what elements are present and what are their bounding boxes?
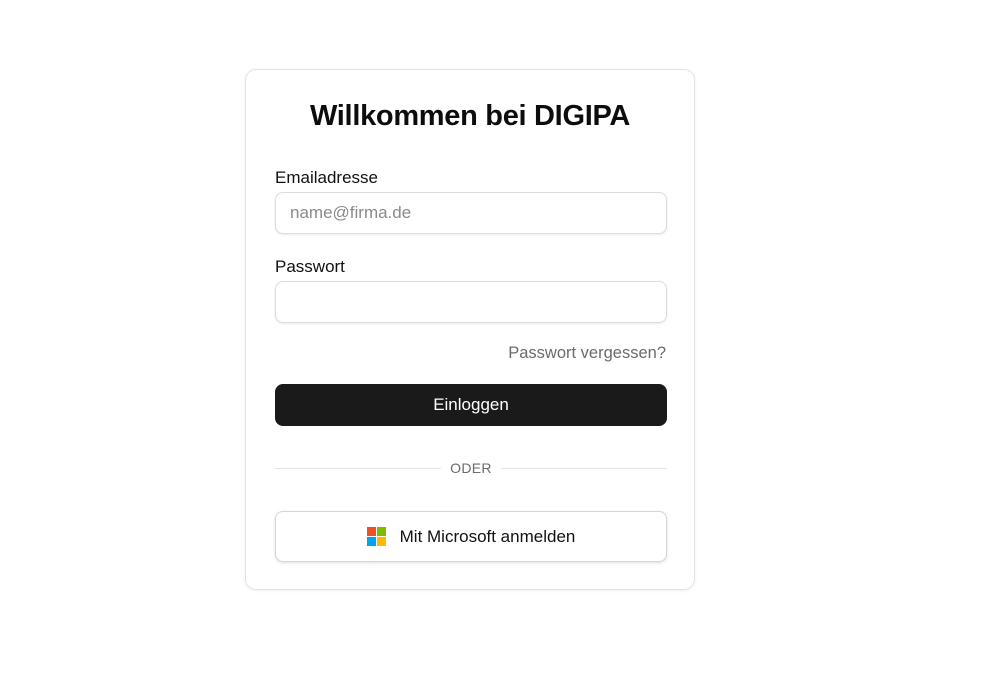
email-label: Emailadresse: [275, 168, 378, 187]
email-field[interactable]: [275, 192, 667, 234]
microsoft-logo-green: [376, 527, 386, 536]
password-field[interactable]: [275, 281, 667, 323]
or-divider: ODER: [275, 458, 667, 478]
divider-line-right: [501, 468, 667, 469]
login-button[interactable]: Einloggen: [275, 384, 667, 426]
password-label: Passwort: [275, 257, 345, 276]
microsoft-logo-icon: [366, 527, 386, 546]
microsoft-button-label: Mit Microsoft anmelden: [399, 526, 576, 546]
microsoft-logo-red: [366, 527, 376, 536]
login-card: Willkommen bei DIGIPA Emailadresse Passw…: [245, 69, 695, 590]
page-title: Willkommen bei DIGIPA: [309, 100, 630, 132]
microsoft-login-button[interactable]: Mit Microsoft anmelden: [275, 511, 667, 562]
microsoft-logo-blue: [366, 537, 376, 546]
forgot-password-link[interactable]: Passwort vergessen?: [508, 344, 666, 363]
microsoft-logo-yellow: [376, 537, 386, 546]
